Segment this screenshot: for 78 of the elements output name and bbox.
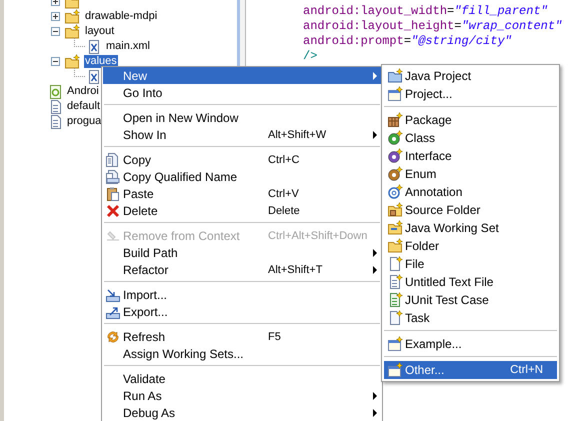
menu-item[interactable]: Assign Working Sets... bbox=[103, 345, 381, 362]
menu-item[interactable]: Source Folder bbox=[384, 201, 557, 219]
copy-icon bbox=[105, 168, 121, 184]
ring-icon bbox=[386, 184, 402, 200]
file-icon bbox=[48, 98, 64, 114]
menu-item[interactable]: Java Working Set bbox=[384, 219, 557, 237]
folder-icon bbox=[386, 238, 402, 254]
menu-item[interactable]: Build Path bbox=[103, 244, 381, 261]
window-icon bbox=[386, 362, 402, 378]
folder-icon bbox=[64, 24, 80, 40]
menu-item[interactable]: Other... Ctrl+N bbox=[384, 361, 557, 379]
menu-item[interactable]: Example... bbox=[384, 335, 557, 353]
menu-item[interactable]: Export... bbox=[103, 303, 381, 320]
shortcut-label: Delete bbox=[268, 204, 301, 216]
import-icon bbox=[105, 286, 121, 302]
menu-item[interactable]: Paste Ctrl+V bbox=[103, 185, 381, 202]
menu-item[interactable]: New bbox=[103, 67, 381, 84]
menu-item[interactable]: Java Project bbox=[384, 67, 557, 85]
shortcut-label: Alt+Shift+W bbox=[268, 128, 328, 140]
code-line: android:prompt="@string/city" bbox=[303, 34, 513, 49]
menu-item[interactable]: Import... bbox=[103, 286, 381, 303]
shortcut-label: Ctrl+V bbox=[268, 188, 300, 200]
circle-icon bbox=[386, 166, 402, 182]
menu-item[interactable]: Untitled Text File bbox=[384, 273, 557, 291]
shortcut-label: Ctrl+C bbox=[268, 154, 300, 166]
circle-icon bbox=[386, 130, 402, 146]
package-icon bbox=[386, 112, 402, 128]
menu-item[interactable]: Package bbox=[384, 111, 557, 129]
delete-icon bbox=[105, 202, 121, 218]
shortcut-label: Ctrl+Alt+Shift+Down bbox=[268, 230, 368, 242]
menu-item[interactable]: Task bbox=[384, 309, 557, 327]
folder-icon bbox=[386, 68, 402, 84]
menu-item[interactable]: Go Into bbox=[103, 84, 381, 101]
tree-item[interactable]: progua bbox=[66, 115, 102, 128]
android-file-icon bbox=[48, 84, 64, 100]
clipboard-icon bbox=[105, 186, 121, 202]
tree-item[interactable]: drawable-mdpi bbox=[84, 10, 158, 23]
shortcut-label: F5 bbox=[268, 330, 282, 342]
expander-icon[interactable] bbox=[51, 27, 60, 36]
menu-item[interactable]: Run As bbox=[103, 387, 381, 404]
tree-item[interactable]: default bbox=[66, 100, 102, 113]
circle-icon bbox=[386, 148, 402, 164]
menu-item[interactable]: Project... bbox=[384, 85, 557, 103]
menu-item[interactable]: Copy Qualified Name bbox=[103, 168, 381, 185]
refresh-icon bbox=[105, 328, 121, 344]
menu-item[interactable]: Interface bbox=[384, 147, 557, 165]
menu-item[interactable]: Class bbox=[384, 129, 557, 147]
menu-item[interactable]: Refresh F5 bbox=[103, 328, 381, 345]
folder-icon bbox=[386, 220, 402, 236]
window-icon bbox=[386, 336, 402, 352]
menu-item[interactable]: Open in New Window bbox=[103, 109, 381, 126]
folder-icon bbox=[64, 54, 80, 70]
window-icon bbox=[386, 86, 402, 102]
menu-item[interactable]: Refactor Alt+Shift+T bbox=[103, 261, 381, 278]
menu-item[interactable]: JUnit Test Case bbox=[384, 291, 557, 309]
code-line: android:layout_width="fill_parent" bbox=[303, 4, 549, 19]
menu-item[interactable]: File bbox=[384, 255, 557, 273]
menu-item[interactable]: Copy Ctrl+C bbox=[103, 151, 381, 168]
menu-item[interactable]: Show In Alt+Shift+W bbox=[103, 126, 381, 143]
tree-item[interactable]: layout bbox=[84, 25, 116, 38]
menu-item[interactable]: Validate bbox=[103, 370, 381, 387]
copy-icon bbox=[105, 152, 121, 168]
menu-item[interactable]: Enum bbox=[384, 165, 557, 183]
menu-item[interactable]: Folder bbox=[384, 237, 557, 255]
tree-item[interactable]: values bbox=[84, 55, 118, 68]
menu-item[interactable]: Annotation bbox=[384, 183, 557, 201]
expander-icon[interactable] bbox=[51, 57, 60, 66]
folder-icon bbox=[386, 202, 402, 218]
menu-item[interactable]: Delete Delete bbox=[103, 202, 381, 219]
tree-item[interactable]: Androi bbox=[66, 85, 100, 98]
menu-item[interactable]: Debug As bbox=[103, 404, 381, 421]
shortcut-label: Alt+Shift+T bbox=[268, 264, 324, 276]
expander-icon[interactable] bbox=[51, 12, 60, 21]
code-line: /> bbox=[303, 49, 318, 64]
file-icon bbox=[48, 114, 64, 130]
shortcut-label: Ctrl+N bbox=[510, 364, 544, 376]
code-line: android:layout_height="wrap_content" bbox=[303, 19, 564, 34]
tree-item[interactable]: main.xml bbox=[105, 40, 152, 53]
